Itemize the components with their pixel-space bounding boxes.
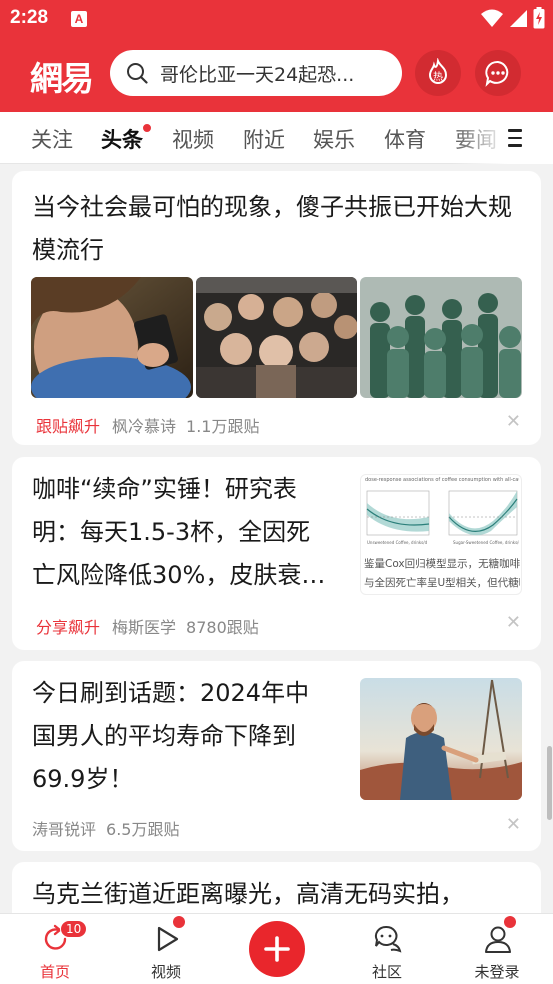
- battery-icon: [533, 7, 545, 29]
- tab-entertainment[interactable]: 娱乐: [313, 124, 355, 154]
- news-meta: 分享飙升 梅斯医学 8780跟贴: [36, 614, 259, 638]
- signal-icon: [510, 10, 527, 27]
- netease-logo[interactable]: 網易: [30, 52, 94, 100]
- play-icon: [157, 926, 179, 952]
- wifi-icon: [481, 9, 503, 27]
- feed-scrollbar[interactable]: [547, 746, 552, 820]
- tab-label: 社区: [371, 963, 402, 981]
- news-card[interactable]: 乌克兰街道近距离曝光，高清无码实拍，: [12, 862, 541, 913]
- news-meta: 涛哥锐评 6.5万跟贴: [32, 816, 179, 840]
- tab-label: 首页: [39, 963, 70, 981]
- dismiss-icon[interactable]: ✕: [506, 612, 521, 633]
- comment-count: 8780跟贴: [186, 618, 259, 637]
- tab-headlines[interactable]: 头条: [101, 123, 152, 154]
- news-card[interactable]: 当今社会最可怕的现象，傻子共振已开始大规模流行 跟贴飙升 枫冷慕诗 1.1万跟贴…: [12, 171, 541, 445]
- tab-home[interactable]: 10 首页: [5, 914, 105, 984]
- status-bar: 2:28 A: [0, 0, 553, 38]
- hot-list-button[interactable]: 热: [415, 50, 461, 96]
- new-dot: [142, 123, 152, 133]
- news-card[interactable]: 今日刷到话题：2024年中国男人的平均寿命下降到69.9岁！ 涛哥锐评 6.5万跟…: [12, 661, 541, 851]
- news-image: [360, 678, 522, 800]
- system-icons: [481, 7, 545, 29]
- tab-video[interactable]: 视频: [172, 124, 214, 154]
- tab-label: 体育: [384, 128, 426, 152]
- search-icon: [127, 63, 148, 84]
- channel-tabs: 关注 头条 视频 附近 娱乐 体育 要闻: [0, 112, 553, 164]
- news-title: 今日刷到话题：2024年中国男人的平均寿命下降到69.9岁！: [32, 679, 310, 793]
- news-source[interactable]: 涛哥锐评: [32, 820, 96, 839]
- dismiss-icon[interactable]: ✕: [506, 814, 521, 835]
- channel-menu-icon[interactable]: [508, 129, 522, 152]
- news-title: 乌克兰街道近距离曝光，高清无码实拍，: [32, 880, 464, 908]
- tab-label: 头条: [101, 128, 143, 152]
- tab-label: 附近: [243, 128, 285, 152]
- tab-label: 未登录: [474, 963, 520, 981]
- app-header: 網易 哥伦比亚一天24起恐... 热: [0, 38, 553, 112]
- new-dot: [173, 916, 185, 928]
- hot-label: 热: [433, 70, 443, 83]
- news-image: [360, 277, 522, 398]
- tab-video-bottom[interactable]: 视频: [116, 914, 216, 984]
- tab-label: 视频: [172, 128, 214, 152]
- news-meta: 跟贴飙升 枫冷慕诗 1.1万跟贴: [36, 413, 259, 437]
- tab-follow[interactable]: 关注: [31, 124, 73, 154]
- bottom-tab-bar: 10 首页 视频 社区 未登录: [0, 913, 553, 984]
- tab-label: 娱乐: [313, 128, 355, 152]
- thumb-text-line: 与全因死亡率呈U型相关，但代糖咖: [364, 577, 520, 589]
- tab-community[interactable]: 社区: [337, 914, 437, 984]
- comment-count: 1.1万跟贴: [186, 417, 260, 436]
- news-image: [31, 277, 193, 398]
- hot-flame-icon: 热: [428, 58, 448, 84]
- news-source[interactable]: 枫冷慕诗: [112, 417, 176, 436]
- tab-label: 视频: [150, 963, 181, 981]
- tab-nearby[interactable]: 附近: [243, 124, 285, 154]
- news-title: 咖啡“续命”实锤！研究表明：每天1.5-3杯，全因死亡风险降低30%，皮肤衰…: [32, 475, 326, 589]
- tab-sports[interactable]: 体育: [384, 124, 426, 154]
- search-bar[interactable]: 哥伦比亚一天24起恐...: [110, 50, 402, 96]
- community-chat-icon: [374, 925, 402, 953]
- thumb-text-line: 鉴量Cox回归模型显示，无糖咖啡和: [364, 558, 520, 570]
- news-title: 当今社会最可怕的现象，傻子共振已开始大规模流行: [32, 193, 512, 264]
- search-placeholder: 哥伦比亚一天24起恐...: [160, 63, 355, 86]
- news-card[interactable]: 咖啡“续命”实锤！研究表明：每天1.5-3杯，全因死亡风险降低30%，皮肤衰… …: [12, 457, 541, 650]
- user-icon: [485, 926, 511, 953]
- message-icon: [485, 61, 509, 87]
- news-image: dose-response associations of coffee con…: [360, 474, 522, 595]
- news-feed: 当今社会最可怕的现象，傻子共振已开始大规模流行 跟贴飙升 枫冷慕诗 1.1万跟贴…: [0, 165, 553, 913]
- trend-tag: 跟贴飙升: [36, 417, 101, 436]
- tab-fade: [452, 112, 553, 164]
- news-source[interactable]: 梅斯医学: [112, 618, 176, 637]
- comment-count: 6.5万跟贴: [106, 820, 180, 839]
- notification-badge: 10: [60, 920, 88, 938]
- tab-profile[interactable]: 未登录: [447, 914, 547, 984]
- news-image: [196, 277, 357, 398]
- chart-x-caption-right: Sugar-Sweetened Coffee, drinks/d: [453, 540, 519, 545]
- chart-x-caption-left: Unsweetened Coffee, drinks/d: [367, 540, 428, 545]
- tab-label: 关注: [31, 128, 73, 152]
- publish-button[interactable]: [249, 921, 305, 977]
- trend-tag: 分享飙升: [36, 618, 101, 637]
- notification-app-icon: A: [71, 11, 87, 27]
- dismiss-icon[interactable]: ✕: [506, 411, 521, 432]
- message-button[interactable]: [475, 50, 521, 96]
- plus-icon: [264, 936, 290, 962]
- new-dot: [504, 916, 516, 928]
- chart-caption: dose-response associations of coffee con…: [365, 477, 519, 483]
- status-time: 2:28: [10, 7, 49, 28]
